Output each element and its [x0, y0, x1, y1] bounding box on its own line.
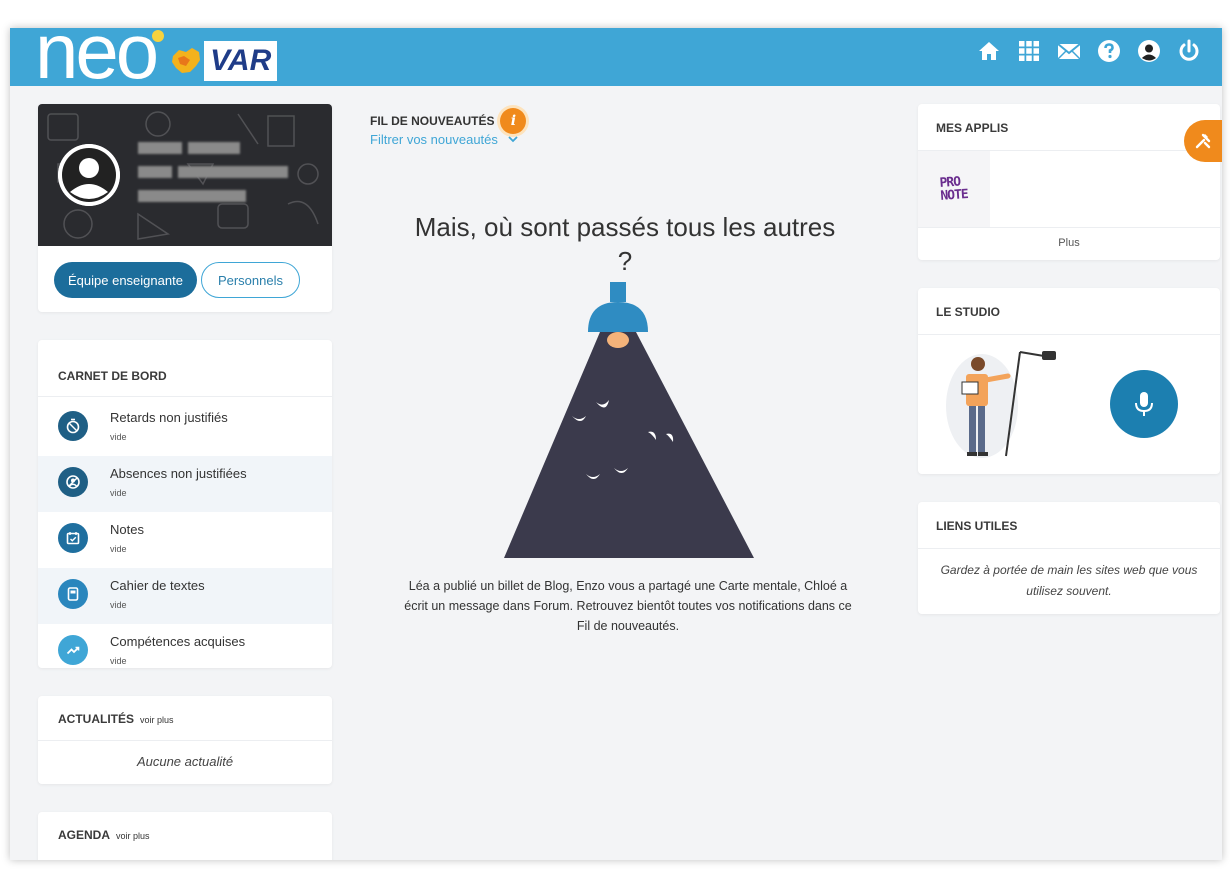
personnels-button[interactable]: Personnels	[200, 262, 300, 298]
redacted-info	[178, 166, 288, 178]
divider	[918, 227, 1220, 228]
carnet-item-retards[interactable]: Retards non justifiés vide	[38, 400, 332, 456]
notebook-icon	[58, 579, 88, 609]
lamp-stem	[610, 282, 626, 302]
light-cone	[504, 332, 754, 558]
trend-icon	[58, 635, 88, 665]
logo-var-text: VAR	[204, 41, 278, 81]
carnet-item-notes[interactable]: Notes vide	[38, 512, 332, 568]
plus-link[interactable]: Plus	[918, 237, 1220, 249]
app-frame: neo VAR Équipe enseignante Personnels CA…	[10, 28, 1222, 860]
avatar[interactable]	[58, 144, 120, 206]
carnet-item-label: Absences non justifiées	[110, 466, 247, 481]
profile-buttons: Équipe enseignante Personnels	[54, 262, 300, 298]
profile-card: Équipe enseignante Personnels	[38, 104, 332, 312]
widget-title: LIENS UTILES	[936, 519, 1018, 533]
home-icon[interactable]	[976, 38, 1002, 64]
voir-plus-link[interactable]: voir plus	[140, 715, 174, 725]
tools-icon[interactable]	[1184, 120, 1222, 162]
account-icon[interactable]	[1136, 38, 1162, 64]
info-icon[interactable]: i	[500, 108, 527, 134]
filter-dropdown[interactable]: Filtrer vos nouveautés	[370, 132, 518, 147]
widget-header: AGENDA voir plus	[58, 828, 150, 842]
carnet-item-status: vide	[110, 600, 127, 610]
redacted-info	[138, 166, 172, 178]
widget-title: MES APPLIS	[936, 121, 1009, 135]
podcaster-illustration	[946, 351, 1056, 458]
divider	[918, 548, 1220, 549]
carnet-item-cahier-de-textes[interactable]: Cahier de textes vide	[38, 568, 332, 624]
pronote-logo-line: NOTE	[940, 187, 969, 204]
top-header: neo VAR	[10, 28, 1222, 95]
spotlight-illustration	[504, 282, 754, 558]
header-icon-bar	[976, 38, 1202, 64]
agenda-widget: AGENDA voir plus	[38, 812, 332, 860]
carnet-item-competences[interactable]: Compétences acquises vide	[38, 624, 332, 680]
carnet-item-status: vide	[110, 656, 127, 666]
mail-icon[interactable]	[1056, 38, 1082, 64]
calendar-check-icon	[58, 523, 88, 553]
apps-grid-icon[interactable]	[1016, 38, 1042, 64]
power-icon[interactable]	[1176, 38, 1202, 64]
le-studio-widget: LE STUDIO	[918, 288, 1220, 474]
profile-banner	[38, 104, 332, 246]
redacted-info	[138, 190, 246, 202]
lamp-bulb	[607, 332, 629, 348]
liens-empty-message: Gardez à portée de main les sites web qu…	[940, 563, 1198, 598]
carnet-list: Retards non justifiés vide Absences non …	[38, 400, 332, 680]
pronote-app-tile[interactable]: PRO NOTE	[918, 151, 990, 227]
feed-title: FIL DE NOUVEAUTÉS	[370, 114, 495, 128]
carnet-item-status: vide	[110, 488, 127, 498]
widget-title: CARNET DE BORD	[58, 369, 167, 383]
widget-title: LE STUDIO	[936, 305, 1001, 319]
carnet-item-label: Retards non justifiés	[110, 410, 228, 425]
neo-var-logo[interactable]: neo VAR	[35, 28, 278, 95]
microphone-button[interactable]	[1110, 370, 1178, 438]
empty-state-text: Léa a publié un billet de Blog, Enzo vou…	[404, 579, 852, 633]
lamp-shade	[588, 302, 648, 332]
mes-applis-widget: MES APPLIS PRO NOTE Plus	[918, 104, 1220, 260]
help-icon[interactable]	[1096, 38, 1122, 64]
carnet-item-label: Cahier de textes	[110, 578, 205, 593]
widget-header: ACTUALITÉS voir plus	[58, 712, 174, 726]
redacted-name	[138, 142, 182, 154]
divider	[38, 740, 332, 741]
var-map-icon	[172, 48, 201, 73]
carnet-de-bord-widget: CARNET DE BORD Retards non justifiés vid…	[38, 340, 332, 668]
pronote-logo: PRO NOTE	[939, 175, 969, 204]
empty-message: Aucune actualité	[136, 754, 234, 769]
empty-state-heading: Mais, où sont passés tous les autres ?	[414, 212, 836, 276]
logo-neo-text: neo	[35, 28, 159, 95]
widget-title: AGENDA	[58, 828, 111, 842]
microphone-icon	[1135, 392, 1153, 416]
absence-icon	[58, 467, 88, 497]
stopwatch-icon	[58, 411, 88, 441]
redacted-name	[188, 142, 240, 154]
equipe-enseignante-button[interactable]: Équipe enseignante	[54, 262, 197, 298]
widget-title: ACTUALITÉS	[58, 712, 134, 726]
chevron-down-icon	[508, 136, 518, 143]
divider	[918, 334, 1220, 335]
carnet-item-label: Compétences acquises	[110, 634, 246, 649]
carnet-item-label: Notes	[110, 522, 144, 537]
logo-dot	[152, 30, 165, 42]
feed-header: FIL DE NOUVEAUTÉS i	[370, 108, 527, 134]
carnet-item-status: vide	[110, 544, 127, 554]
carnet-item-absences[interactable]: Absences non justifiées vide	[38, 456, 332, 512]
filter-label: Filtrer vos nouveautés	[370, 132, 498, 147]
liens-utiles-widget: LIENS UTILES Gardez à portée de main les…	[918, 502, 1220, 614]
divider	[38, 396, 332, 397]
voir-plus-link[interactable]: voir plus	[116, 831, 150, 841]
carnet-item-status: vide	[110, 432, 127, 442]
actualites-widget: ACTUALITÉS voir plus Aucune actualité	[38, 696, 332, 784]
